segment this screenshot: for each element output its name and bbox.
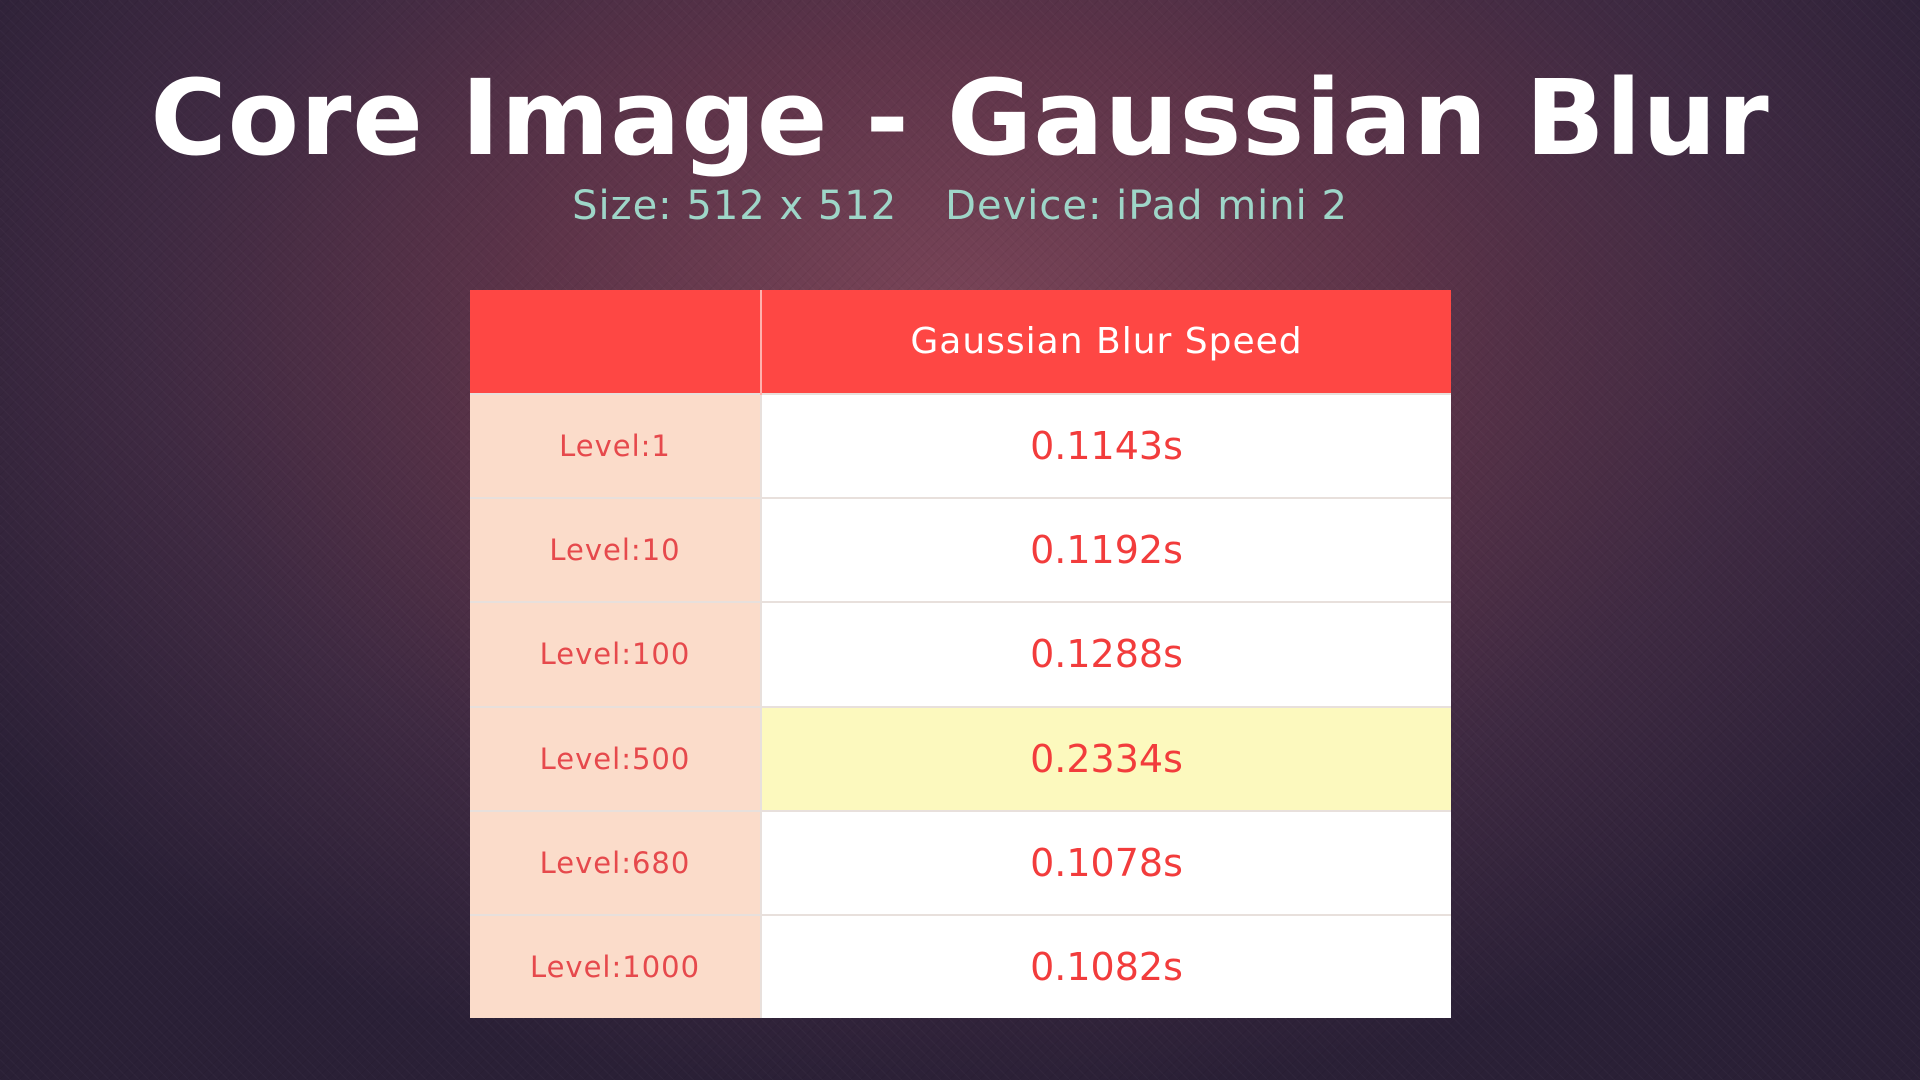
results-table: Gaussian Blur Speed Level:1 0.1143s Leve… [470, 290, 1451, 1018]
row-label: Level:1 [470, 393, 762, 499]
row-value: 0.1143s [761, 393, 1451, 499]
table-row: Level:1000 0.1082s [470, 913, 1451, 1018]
subtitle: Size: 512 x 512 Device: iPad mini 2 [0, 178, 1920, 234]
page-title: Core Image - Gaussian Blur [150, 57, 1770, 179]
row-label: Level:680 [470, 809, 762, 915]
row-value: 0.1192s [761, 497, 1451, 603]
row-value: 0.1082s [761, 913, 1451, 1018]
table-row: Level:10 0.1192s [470, 497, 1451, 603]
row-label: Level:500 [470, 705, 762, 811]
table-row: Level:100 0.1288s [470, 601, 1451, 707]
table-header-row: Gaussian Blur Speed [470, 290, 1451, 395]
table-row: Level:1 0.1143s [470, 393, 1451, 499]
row-label: Level:100 [470, 601, 762, 707]
size-info: Size: 512 x 512 [572, 183, 898, 229]
row-label: Level:10 [470, 497, 762, 603]
table-row: Level:680 0.1078s [470, 809, 1451, 915]
row-value: 0.2334s [761, 705, 1451, 811]
device-info: Device: iPad mini 2 [945, 183, 1348, 229]
row-value: 0.1078s [761, 809, 1451, 915]
corner-header-cell [470, 290, 762, 395]
table-row: Level:500 0.2334s [470, 705, 1451, 811]
column-header-speed: Gaussian Blur Speed [761, 290, 1451, 395]
row-value: 0.1288s [761, 601, 1451, 707]
row-label: Level:1000 [470, 913, 762, 1018]
